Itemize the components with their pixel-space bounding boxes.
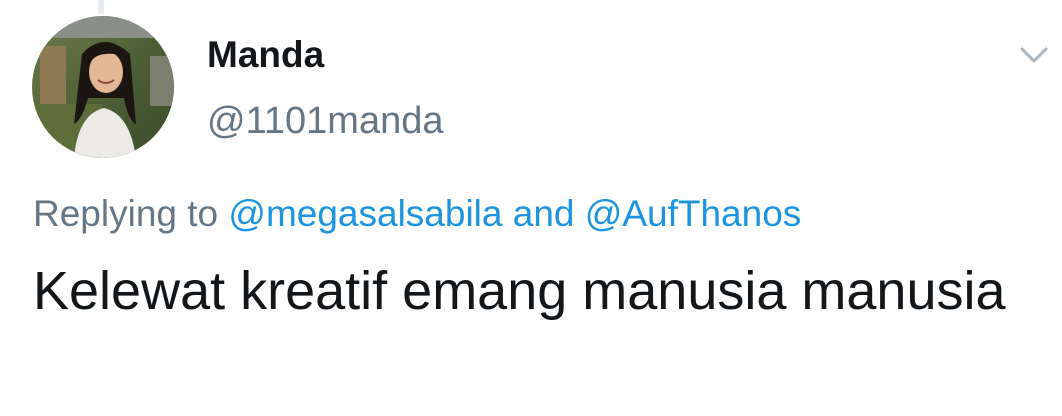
replying-to-line: Replying to @megasalsabila and @AufThano… <box>33 193 801 235</box>
replying-to-label: Replying to <box>33 193 219 234</box>
thread-connector-line <box>98 0 104 14</box>
chevron-down-icon <box>1020 47 1048 63</box>
author-display-name[interactable]: Manda <box>207 34 324 76</box>
mention-joiner: and <box>512 193 575 234</box>
mention-link-megasalsabila[interactable]: @megasalsabila <box>228 193 502 234</box>
tweet-text: Kelewat kreatif emang manusia manusia <box>33 261 1006 321</box>
tweet-menu-button[interactable] <box>1016 40 1052 68</box>
profile-photo <box>32 16 174 158</box>
mention-link-aufthanos[interactable]: @AufThanos <box>585 193 802 234</box>
author-handle[interactable]: @1101manda <box>207 100 443 143</box>
avatar[interactable] <box>32 16 174 158</box>
